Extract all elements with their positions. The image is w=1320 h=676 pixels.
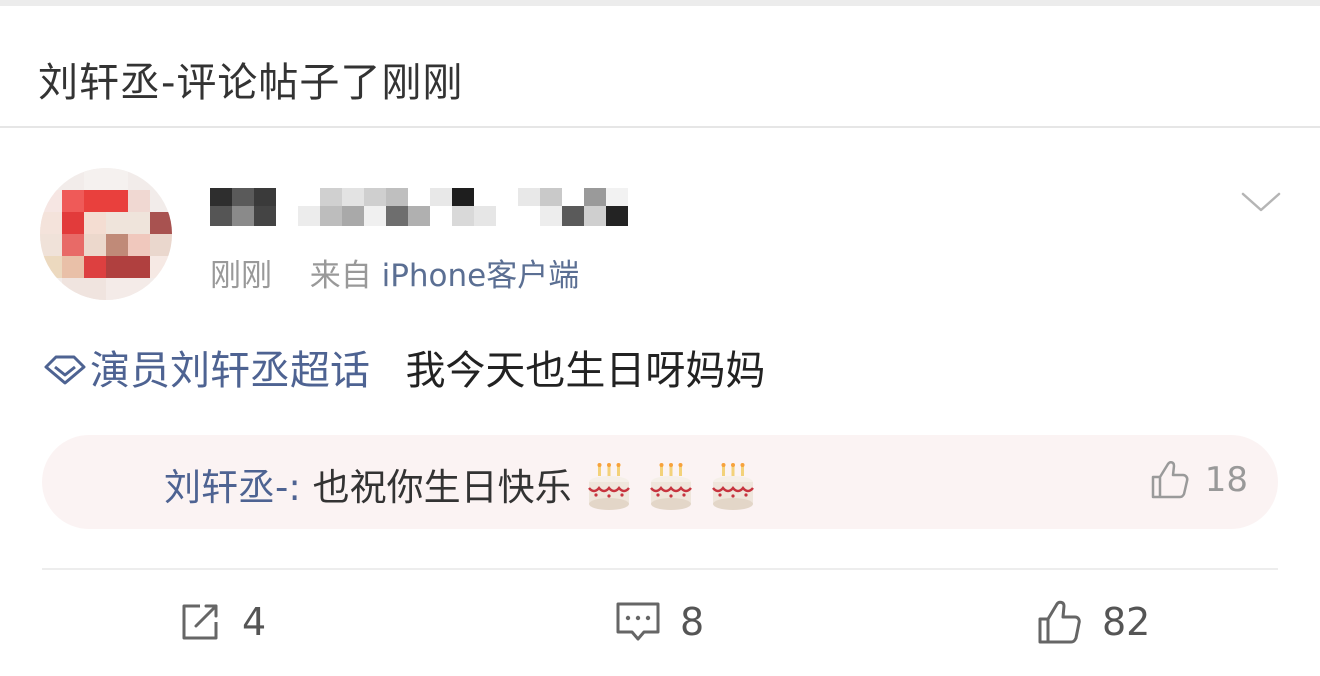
- reply-author[interactable]: 刘轩丞-:: [164, 466, 301, 509]
- repost-button[interactable]: 4: [176, 598, 266, 646]
- reply-text: 也祝你生日快乐: [312, 466, 572, 509]
- like-button[interactable]: 82: [1036, 598, 1150, 646]
- avatar[interactable]: [40, 168, 172, 300]
- post-meta: 刚刚 来自 iPhone客户端: [210, 250, 579, 295]
- hot-reply[interactable]: 刘轩丞-: 也祝你生日快乐 18: [42, 435, 1278, 529]
- super-topic-diamond-icon: [44, 355, 86, 385]
- page-title: 刘轩丞-评论帖子了刚刚: [38, 60, 464, 106]
- thumbs-up-icon: [1151, 461, 1189, 499]
- repost-count: 4: [242, 600, 267, 644]
- post-time: 刚刚: [210, 258, 272, 294]
- birthday-cake-icon: [711, 463, 754, 510]
- post-text: 我今天也生日呀妈妈: [405, 348, 766, 394]
- birthday-cake-icon: [649, 463, 692, 510]
- source-prefix: 来自: [309, 258, 372, 294]
- post-source[interactable]: iPhone客户端: [382, 258, 580, 294]
- thumbs-up-icon: [1038, 600, 1081, 644]
- username[interactable]: [210, 186, 650, 232]
- reply-text-line: 刘轩丞-: 也祝你生日快乐: [164, 457, 758, 512]
- header: 刘轩丞-评论帖子了刚刚: [0, 6, 1320, 128]
- chevron-down-icon[interactable]: [1240, 186, 1282, 216]
- super-topic-link[interactable]: 演员刘轩丞超话: [90, 348, 370, 394]
- divider: [42, 568, 1278, 570]
- post-content: 演员刘轩丞超话 我今天也生日呀妈妈: [44, 338, 765, 396]
- like-count: 82: [1102, 600, 1151, 644]
- birthday-cake-icon: [587, 463, 630, 510]
- reply-like-count: 18: [1204, 460, 1248, 500]
- comment-icon: [616, 602, 660, 641]
- reply-like-button[interactable]: 18: [1149, 459, 1248, 501]
- comment-count: 8: [680, 600, 705, 644]
- comment-button[interactable]: 8: [614, 598, 704, 646]
- repost-icon: [182, 604, 218, 640]
